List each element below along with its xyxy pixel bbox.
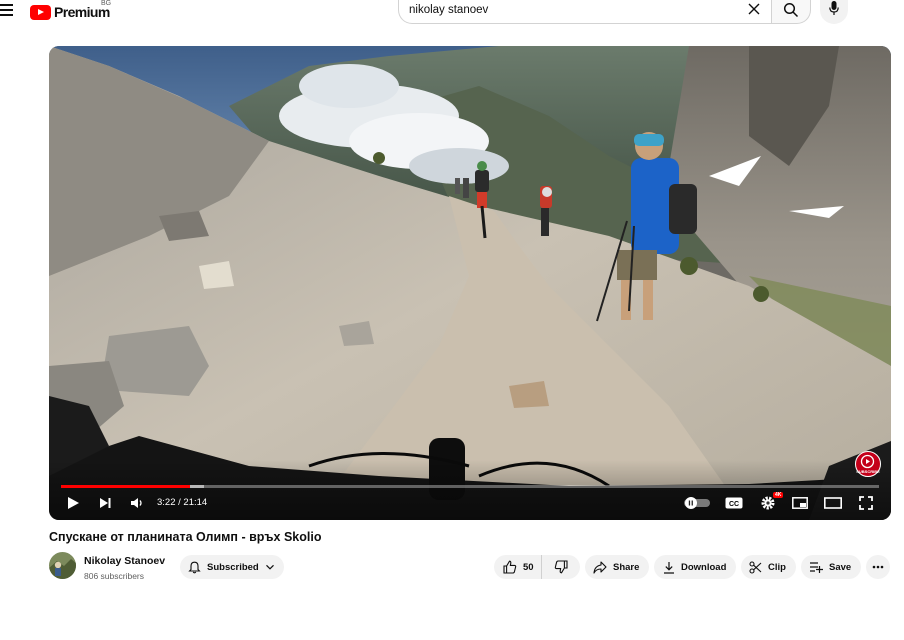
svg-text:CC: CC [729,501,739,508]
fullscreen-button[interactable] [855,494,877,512]
search-button[interactable] [771,0,811,24]
clip-button[interactable]: Clip [741,555,796,579]
time-display: 3:22 / 21:14 [157,497,207,508]
subscribed-button[interactable]: Subscribed [180,555,284,579]
thumbs-up-icon [503,560,517,574]
volume-button[interactable] [127,494,147,512]
youtube-play-logo-icon [30,4,51,20]
voice-search-button[interactable] [820,0,848,24]
channel-avatar[interactable] [49,552,76,579]
autoplay-toggle[interactable] [683,494,711,512]
volume-icon [131,498,142,508]
theater-mode-icon [824,497,842,509]
next-button[interactable] [95,494,115,512]
theater-mode-button[interactable] [821,494,845,512]
playlist-add-icon [810,562,823,573]
clear-search-icon[interactable] [747,2,761,16]
more-horizontal-icon [872,565,884,569]
chevron-down-icon [265,564,274,570]
save-label: Save [829,561,852,573]
dislike-button[interactable] [542,555,580,579]
fullscreen-icon [859,496,873,510]
video-frame [49,46,891,520]
miniplayer-button[interactable] [789,494,811,512]
time-current: 3:22 [157,497,176,508]
save-button[interactable]: Save [801,555,861,579]
download-icon [664,561,674,574]
bell-icon [188,561,201,573]
menu-icon[interactable] [0,4,14,18]
channel-name[interactable]: Nikolay Stanoev [84,555,165,567]
subscribe-watermark[interactable]: SUBSCRIBE [855,451,881,477]
progress-played [61,485,191,488]
video-player[interactable]: 3:22 / 21:14 SUBSCRIBE CC 4K [49,46,891,520]
miniplayer-icon [792,497,808,509]
download-label: Download [681,561,727,573]
like-button[interactable]: 50 [494,555,542,579]
region-code: BG [101,0,112,7]
video-title: Спускане от планината Олимп - връх Skoli… [49,530,322,544]
microphone-icon [829,1,839,15]
search-icon [783,2,799,18]
search-input[interactable] [409,4,729,16]
progress-bar[interactable] [61,485,879,488]
time-total: 21:14 [183,497,208,508]
captions-button[interactable]: CC [723,494,745,512]
share-label: Share [613,561,640,573]
autoplay-toggle-icon [684,497,710,509]
subscribe-watermark-label: SUBSCRIBE [856,469,880,474]
subscribed-label: Subscribed [207,561,259,573]
clip-label: Clip [768,561,786,573]
thumbs-down-icon [554,560,568,574]
time-separator: / [178,497,181,508]
search-box [398,0,772,24]
like-dislike-group: 50 [494,555,580,579]
download-button[interactable]: Download [654,555,736,579]
more-actions-button[interactable] [866,555,890,579]
subscriber-count: 806 subscribers [84,571,145,581]
quality-badge: 4K [773,492,784,498]
play-button[interactable] [63,494,83,512]
youtube-premium-logo[interactable]: Premium [30,3,110,21]
next-icon [100,498,111,508]
play-icon [68,497,79,509]
share-button[interactable]: Share [585,555,649,579]
scissors-icon [749,560,762,574]
captions-icon: CC [725,497,743,509]
play-circle-icon [860,454,875,469]
share-icon [593,560,607,574]
like-count: 50 [523,561,534,573]
masthead: Premium BG [0,0,904,24]
